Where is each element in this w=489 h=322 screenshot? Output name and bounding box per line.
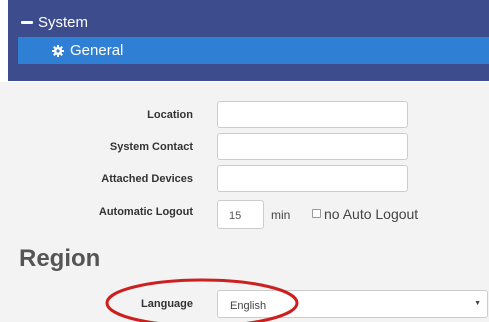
nav-section-label: System [38, 13, 89, 31]
system-contact-input[interactable] [217, 133, 408, 160]
language-select[interactable]: English ▼ [217, 290, 488, 318]
automatic-logout-input[interactable]: 15 [217, 200, 264, 229]
attached-devices-input[interactable] [217, 165, 408, 192]
nav-item-label: General [70, 42, 124, 59]
language-label: Language [141, 298, 193, 310]
no-auto-logout-checkbox[interactable] [312, 209, 321, 218]
language-value: English [230, 300, 267, 312]
location-input[interactable] [217, 101, 408, 128]
minus-icon [21, 20, 33, 24]
nav-section-system[interactable]: System [21, 12, 88, 32]
location-label: Location [147, 109, 193, 121]
gear-icon [52, 44, 64, 57]
system-contact-label: System Contact [109, 141, 193, 153]
automatic-logout-label: Automatic Logout [98, 206, 193, 218]
chevron-down-icon: ▼ [474, 300, 481, 307]
logout-unit-label: min [271, 208, 291, 222]
no-auto-logout-label[interactable]: no Auto Logout [324, 206, 418, 222]
attached-devices-label: Attached Devices [101, 173, 193, 185]
nav-item-general[interactable]: General [18, 37, 489, 64]
region-heading: Region [19, 245, 101, 272]
